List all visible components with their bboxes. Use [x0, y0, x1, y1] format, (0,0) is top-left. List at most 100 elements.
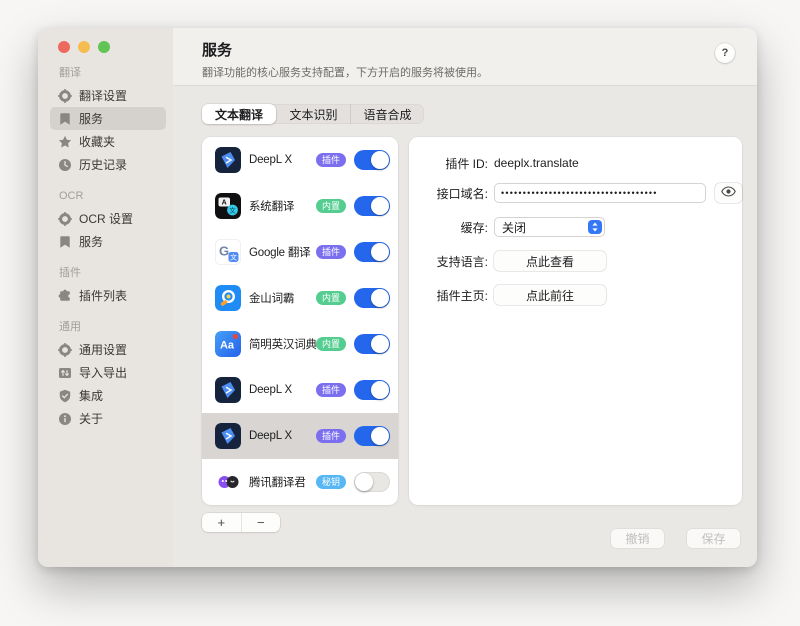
api-domain-input[interactable]: ••••••••••••••••••••••••••••••••••••: [494, 183, 706, 203]
question-mark-icon: ?: [722, 47, 729, 59]
sidebar-item-label: 插件列表: [79, 287, 127, 304]
tab-语音合成[interactable]: 语音合成: [350, 104, 424, 124]
service-type-badge: 内置: [316, 337, 346, 351]
traffic-lights: [50, 41, 166, 53]
sidebar-item[interactable]: 服务: [50, 107, 166, 130]
tab-文本翻译[interactable]: 文本翻译: [202, 104, 276, 124]
service-toggle[interactable]: [354, 472, 390, 492]
sidebar-item[interactable]: 关于: [50, 407, 166, 430]
plugin-homepage-label: 插件主页:: [424, 287, 488, 304]
add-service-button[interactable]: +: [202, 513, 241, 532]
sidebar-item[interactable]: 通用设置: [50, 338, 166, 361]
service-name: DeepL X: [249, 430, 308, 442]
gear-icon: [58, 212, 72, 226]
sidebar-item-label: 集成: [79, 387, 103, 404]
deeplx-icon: [215, 147, 241, 173]
sidebar-item[interactable]: 收藏夹: [50, 130, 166, 153]
service-toggle[interactable]: [354, 426, 390, 446]
service-type-badge: 秘钥: [316, 475, 346, 489]
service-row[interactable]: G文 Google 翻译 插件: [202, 229, 398, 275]
save-button[interactable]: 保存: [687, 529, 740, 548]
reveal-secret-button[interactable]: [715, 183, 742, 203]
sidebar-item-label: 关于: [79, 410, 103, 427]
service-toggle[interactable]: [354, 196, 390, 216]
service-name: DeepL X: [249, 384, 308, 396]
puzzle-icon: [58, 289, 72, 303]
sidebar-item-label: 历史记录: [79, 156, 127, 173]
sidebar-item[interactable]: OCR 设置: [50, 207, 166, 230]
service-type-badge: 插件: [316, 383, 346, 397]
import-export-icon: [58, 366, 72, 380]
iciba-icon: [215, 285, 241, 311]
shield-icon: [58, 389, 72, 403]
sidebar-item-label: OCR 设置: [79, 210, 133, 227]
zoom-window-button[interactable]: [98, 41, 110, 53]
deeplx-icon: [215, 377, 241, 403]
sidebar-item-label: 导入导出: [79, 364, 127, 381]
svg-text:Aa: Aa: [220, 340, 235, 352]
info-icon: [58, 412, 72, 426]
sidebar-item[interactable]: 导入导出: [50, 361, 166, 384]
service-toggle[interactable]: [354, 150, 390, 170]
service-type-badge: 插件: [316, 245, 346, 259]
service-toggle[interactable]: [354, 288, 390, 308]
minimize-window-button[interactable]: [78, 41, 90, 53]
tab-bar: 文本翻译文本识别语音合成: [202, 104, 424, 124]
main-header: 服务 翻译功能的核心服务支持配置，下方开启的服务将被使用。 ?: [173, 28, 757, 86]
service-row[interactable]: DeepL X 插件: [202, 367, 398, 413]
service-row[interactable]: A文 系统翻译 内置: [202, 183, 398, 229]
sidebar-item-label: 服务: [79, 110, 103, 127]
service-toggle[interactable]: [354, 242, 390, 262]
svg-text:文: 文: [230, 253, 237, 262]
sidebar-section-title: OCR: [59, 190, 166, 203]
page-title: 服务: [202, 39, 757, 60]
bookmark-icon: [58, 235, 72, 249]
clock-icon: [58, 158, 72, 172]
cache-select[interactable]: 关闭: [494, 217, 605, 237]
sidebar-item[interactable]: 集成: [50, 384, 166, 407]
deeplx-icon: [215, 423, 241, 449]
page-subtitle: 翻译功能的核心服务支持配置，下方开启的服务将被使用。: [202, 64, 757, 80]
close-window-button[interactable]: [58, 41, 70, 53]
sidebar-item[interactable]: 历史记录: [50, 153, 166, 176]
main-panel: 服务 翻译功能的核心服务支持配置，下方开启的服务将被使用。 ? 文本翻译文本识别…: [173, 28, 757, 567]
sidebar-section-title: 通用: [59, 321, 166, 334]
service-toggle[interactable]: [354, 334, 390, 354]
sidebar-item-label: 翻译设置: [79, 87, 127, 104]
service-type-badge: 插件: [316, 429, 346, 443]
view-languages-button[interactable]: 点此查看: [494, 251, 606, 271]
svg-text:G: G: [219, 244, 229, 259]
service-row[interactable]: Aa 简明英汉词典 内置: [202, 321, 398, 367]
plugin-id-label: 插件 ID:: [424, 155, 488, 172]
svg-text:A: A: [222, 199, 227, 206]
sidebar-item[interactable]: 插件列表: [50, 284, 166, 307]
service-name: 简明英汉词典: [249, 336, 308, 352]
sidebar-item-label: 通用设置: [79, 341, 127, 358]
api-domain-label: 接口域名:: [424, 185, 488, 202]
tab-文本识别[interactable]: 文本识别: [276, 104, 350, 124]
bookmark-icon: [58, 112, 72, 126]
remove-service-button[interactable]: −: [241, 513, 281, 532]
undo-button[interactable]: 撤销: [611, 529, 664, 548]
service-type-badge: 内置: [316, 199, 346, 213]
service-row[interactable]: DeepL X 插件: [202, 413, 398, 459]
service-row[interactable]: DeepL X 插件: [202, 137, 398, 183]
cache-label: 缓存:: [424, 219, 488, 236]
sidebar-item[interactable]: 翻译设置: [50, 84, 166, 107]
footer-actions: 撤销 保存: [611, 529, 740, 548]
plugin-id-value: deeplx.translate: [494, 156, 579, 170]
tencent-icon: [215, 469, 241, 495]
open-homepage-button[interactable]: 点此前往: [494, 285, 606, 305]
service-toggle[interactable]: [354, 380, 390, 400]
help-button[interactable]: ?: [715, 43, 735, 63]
list-edit-control: + −: [202, 513, 280, 532]
service-name: Google 翻译: [249, 244, 308, 260]
sidebar: 翻译 翻译设置 服务 收藏夹 历史记录 OCR OCR 设置 服务 插件 插件列…: [38, 28, 173, 567]
sidebar-nav: 翻译 翻译设置 服务 收藏夹 历史记录 OCR OCR 设置 服务 插件 插件列…: [50, 67, 166, 430]
star-icon: [58, 135, 72, 149]
service-row[interactable]: 金山词霸 内置: [202, 275, 398, 321]
service-name: 金山词霸: [249, 290, 308, 306]
sidebar-item[interactable]: 服务: [50, 230, 166, 253]
service-type-badge: 内置: [316, 291, 346, 305]
service-row[interactable]: 腾讯翻译君 秘钥: [202, 459, 398, 505]
